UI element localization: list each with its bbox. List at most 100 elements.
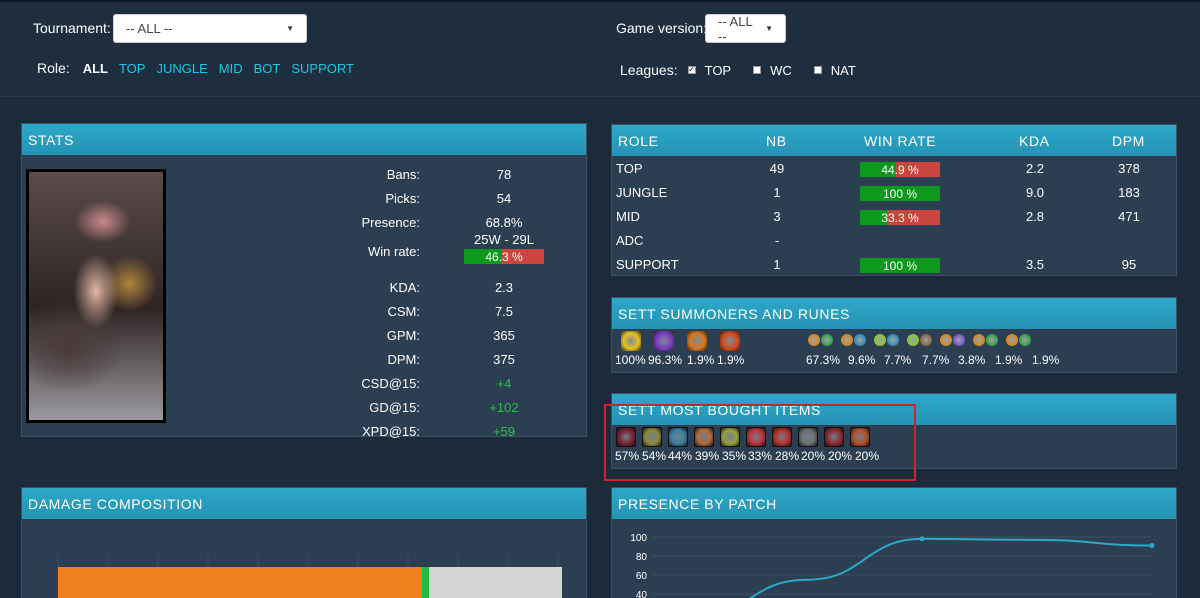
grasp-icon[interactable] bbox=[973, 334, 985, 346]
role-mid-link[interactable]: MID bbox=[219, 61, 243, 76]
role-bot-link[interactable]: BOT bbox=[254, 61, 281, 76]
role-cell: JUNGLE bbox=[616, 185, 668, 200]
league-wc-label: WC bbox=[770, 62, 792, 78]
role-win-rate-bar: 100 % bbox=[860, 186, 940, 201]
damage-composition-panel: DAMAGE COMPOSITION bbox=[21, 487, 587, 598]
league-nat-checkbox[interactable]: NAT bbox=[813, 62, 856, 78]
win-rate-bar: 46.3 % bbox=[464, 249, 544, 264]
tournament-select[interactable]: -- ALL -- ▼ bbox=[113, 14, 307, 43]
precision-icon[interactable] bbox=[907, 334, 919, 346]
checkbox-icon bbox=[753, 66, 762, 74]
precision-icon[interactable] bbox=[874, 334, 886, 346]
win-rate-bar-label: 100 % bbox=[882, 187, 918, 201]
stat-value: 25W - 29L bbox=[474, 232, 534, 247]
conqueror-icon[interactable] bbox=[940, 334, 952, 346]
filter-bar: Tournament: -- ALL -- ▼ Game version: --… bbox=[0, 0, 1200, 97]
stat-value: 365 bbox=[493, 328, 515, 343]
stat-value: 78 bbox=[496, 167, 512, 182]
stat-label: Presence: bbox=[361, 215, 420, 230]
role-table-panel: ROLE NB WIN RATE KDA DPM TOP 49 2.2 378 44.9… bbox=[611, 124, 1177, 276]
kda-cell: 2.8 bbox=[1025, 209, 1045, 224]
stats-panel: STATS Bans: 78 Picks: 54 Presence: 68.8% Win r… bbox=[21, 123, 587, 439]
win-rate-bar-label: 33.3 % bbox=[881, 211, 919, 225]
inspiration-icon[interactable] bbox=[953, 334, 965, 346]
stat-label: Picks: bbox=[385, 191, 420, 206]
conqueror-icon[interactable] bbox=[808, 334, 820, 346]
role-support-link[interactable]: SUPPORT bbox=[291, 61, 354, 76]
sorcery-icon[interactable] bbox=[854, 334, 866, 346]
rune-pick-rate: 3.8% bbox=[958, 353, 986, 367]
dpm-column-header: DPM bbox=[1112, 133, 1145, 149]
presence-data-point[interactable] bbox=[919, 536, 925, 542]
y-tick-label: 100 bbox=[630, 533, 647, 544]
ignite-icon[interactable] bbox=[687, 331, 707, 351]
presence-panel-title: PRESENCE BY PATCH bbox=[612, 488, 1176, 519]
dpm-cell: 471 bbox=[1118, 209, 1140, 224]
dpm-cell: 183 bbox=[1118, 185, 1140, 200]
stat-label: CSD@15: bbox=[361, 376, 420, 391]
nb-column-header: NB bbox=[766, 133, 787, 149]
nb-cell: 1 bbox=[773, 257, 781, 272]
ignite-alt-icon[interactable] bbox=[720, 331, 740, 351]
true-damage-bar bbox=[422, 567, 429, 598]
tournament-select-value: -- ALL -- bbox=[126, 21, 173, 36]
role-jungle-link[interactable]: JUNGLE bbox=[156, 61, 207, 76]
y-tick-label: 80 bbox=[636, 552, 648, 563]
league-top-checkbox[interactable]: ✓ TOP bbox=[687, 62, 732, 78]
role-win-rate-bar: 33.3 % bbox=[860, 210, 940, 225]
checkbox-checked-icon: ✓ bbox=[687, 65, 696, 74]
teleport-icon[interactable] bbox=[654, 331, 674, 351]
nb-cell: 1 bbox=[773, 185, 781, 200]
stat-label: KDA: bbox=[389, 280, 420, 295]
conqueror-icon[interactable] bbox=[841, 334, 853, 346]
aftershock-icon[interactable] bbox=[1006, 334, 1018, 346]
nb-cell: - bbox=[774, 233, 780, 248]
league-nat-label: NAT bbox=[830, 62, 856, 78]
stat-label: Bans: bbox=[386, 167, 420, 182]
stat-value: 7.5 bbox=[494, 304, 514, 319]
stat-value: 54 bbox=[496, 191, 512, 206]
leagues-filter: Leagues: ✓ TOP WC NAT bbox=[620, 62, 878, 78]
nb-cell: 49 bbox=[769, 161, 785, 176]
role-cell: MID bbox=[616, 209, 640, 224]
presence-data-point[interactable] bbox=[1149, 543, 1155, 549]
game-version-select[interactable]: -- ALL -- ▼ bbox=[705, 13, 786, 44]
chevron-down-icon: ▼ bbox=[286, 24, 294, 33]
resolve-icon[interactable] bbox=[821, 334, 833, 346]
role-column-header: ROLE bbox=[618, 133, 659, 149]
domination-icon[interactable] bbox=[920, 334, 932, 346]
league-wc-checkbox[interactable]: WC bbox=[753, 63, 792, 78]
damage-composition-chart bbox=[57, 555, 562, 598]
rune-pick-rate: 1.9% bbox=[1032, 353, 1060, 367]
role-label: Role: bbox=[37, 60, 70, 76]
stat-label: CSM: bbox=[387, 304, 421, 319]
role-top-link[interactable]: TOP bbox=[119, 61, 146, 76]
stat-value: 2.3 bbox=[494, 280, 514, 295]
summoner-pick-rate: 100% bbox=[615, 353, 646, 367]
summoner-pick-rate: 1.9% bbox=[717, 353, 745, 367]
presence-panel: PRESENCE BY PATCH 100 80 60 40 bbox=[611, 487, 1177, 598]
resolve-icon[interactable] bbox=[1019, 334, 1031, 346]
flash-icon[interactable] bbox=[621, 331, 641, 351]
checkbox-icon bbox=[813, 66, 822, 74]
dpm-cell: 95 bbox=[1121, 257, 1137, 272]
resolve-icon[interactable] bbox=[986, 334, 998, 346]
role-all-link[interactable]: ALL bbox=[83, 61, 108, 76]
stats-panel-title: STATS bbox=[22, 124, 586, 155]
rune-pick-rate: 9.6% bbox=[848, 353, 876, 367]
stat-value: +4 bbox=[496, 376, 512, 391]
presence-line-chart: 100 80 60 40 bbox=[630, 533, 1155, 598]
game-version-select-value: -- ALL -- bbox=[718, 13, 753, 44]
league-top-label: TOP bbox=[704, 62, 732, 78]
damage-composition-title: DAMAGE COMPOSITION bbox=[22, 488, 586, 519]
rune-pick-rate: 7.7% bbox=[922, 353, 950, 367]
sorcery-icon[interactable] bbox=[887, 334, 899, 346]
highlight-box bbox=[604, 404, 916, 481]
role-cell: SUPPORT bbox=[616, 257, 679, 272]
role-cell: TOP bbox=[616, 161, 643, 176]
game-version-label: Game version: bbox=[616, 20, 708, 36]
win-rate-bar-label: 44.9 % bbox=[881, 163, 919, 177]
stat-label: GPM: bbox=[386, 328, 420, 343]
nb-cell: 3 bbox=[773, 209, 781, 224]
kda-cell: 9.0 bbox=[1025, 185, 1045, 200]
